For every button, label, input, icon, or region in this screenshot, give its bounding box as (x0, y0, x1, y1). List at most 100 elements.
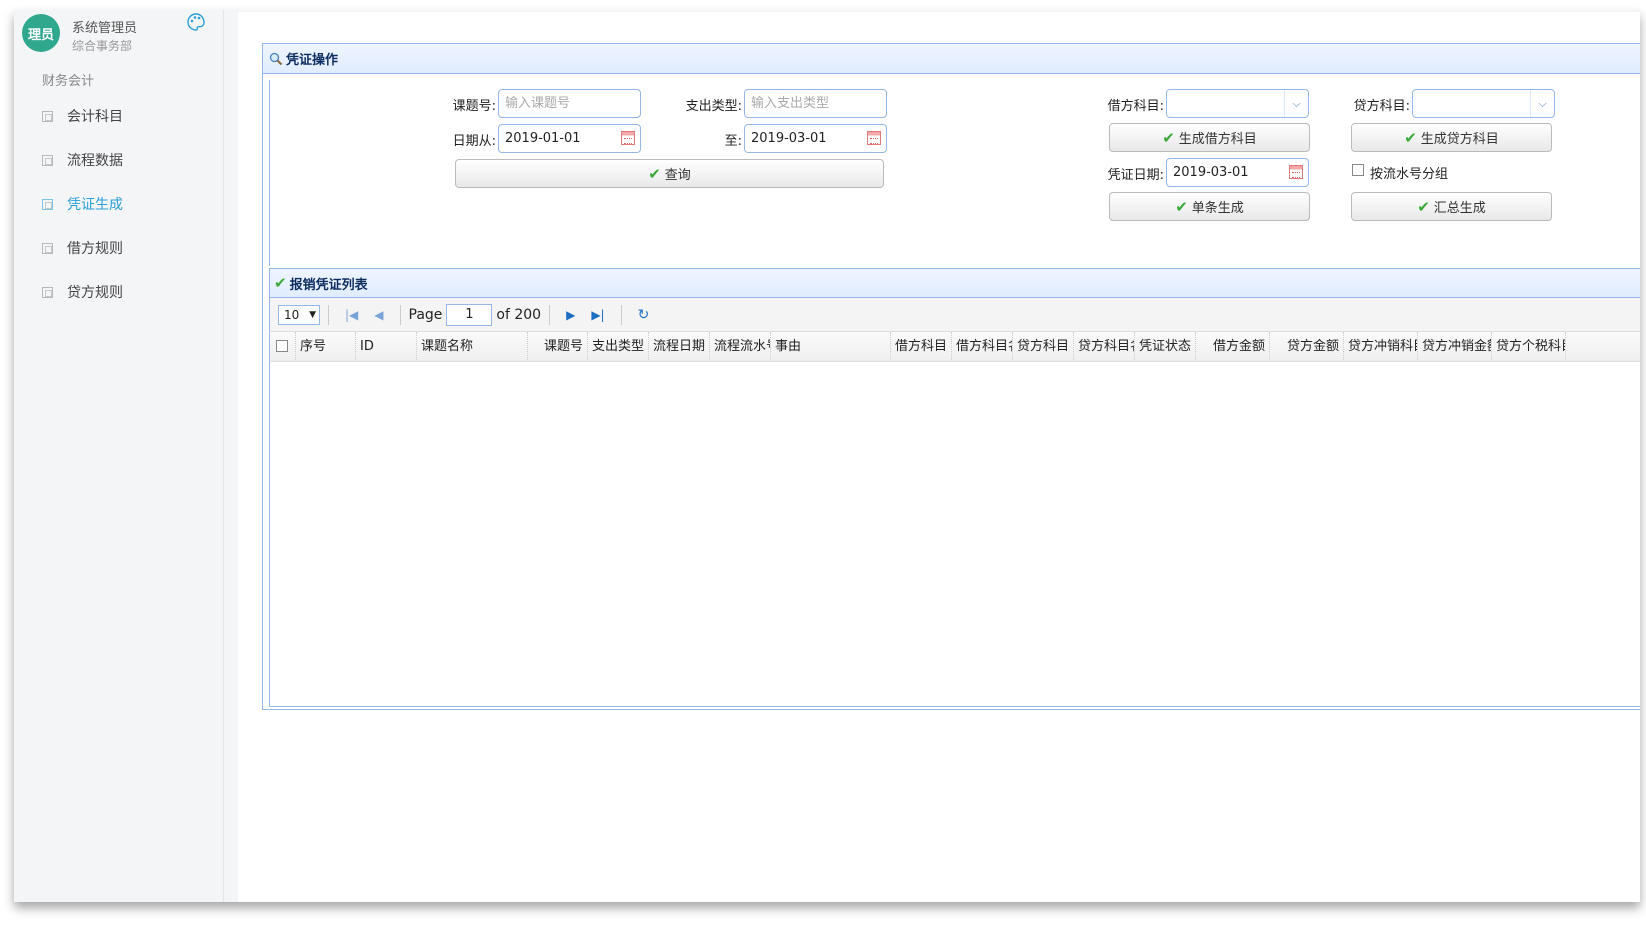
divider (328, 304, 329, 325)
column-header[interactable]: 事由 (771, 332, 891, 361)
user-dept: 综合事务部 (72, 39, 133, 53)
date-from-value: 2019-01-01 (505, 131, 581, 146)
expense-type-label: 支出类型: (685, 99, 742, 114)
sidebar: 理员 系统管理员 综合事务部 财务会计 会计科目 流程数据 凭证生成 借方规则 … (14, 10, 224, 902)
credit-subject-select[interactable]: ⌵ (1412, 89, 1555, 118)
expense-type-input[interactable]: 输入支出类型 (744, 89, 887, 118)
generate-credit-subject-label: 生成贷方科目 (1420, 132, 1499, 147)
page-label: Page (408, 306, 443, 323)
date-to-value: 2019-03-01 (751, 131, 827, 146)
sidebar-item-label: 贷方规则 (67, 285, 123, 301)
topic-no-input[interactable]: 输入课题号 (498, 89, 641, 118)
sidebar-item-debit-rules[interactable]: 借方规则 (14, 226, 224, 270)
column-header[interactable]: 流程流水号 (710, 332, 771, 361)
calendar-icon[interactable] (621, 131, 635, 145)
voucher-list-title: 报销凭证列表 (289, 277, 368, 293)
search-icon (269, 52, 283, 65)
divider (549, 304, 551, 325)
calendar-icon[interactable] (867, 131, 881, 145)
voucher-date-label: 凭证日期: (1107, 168, 1164, 183)
column-header[interactable]: 借方金额 (1196, 332, 1270, 361)
page-total: of 200 (496, 306, 542, 323)
column-header[interactable]: 贷方冲销科目 (1344, 332, 1418, 361)
check-icon: ✔ (274, 274, 287, 292)
column-header[interactable]: 借方科目名 (952, 332, 1013, 361)
date-from-label: 日期从: (452, 134, 496, 149)
check-icon: ✔ (1417, 197, 1430, 216)
column-header[interactable]: 凭证状态 (1135, 332, 1196, 361)
sidebar-item-accounting-subjects[interactable]: 会计科目 (14, 94, 224, 138)
check-icon: ✔ (648, 164, 661, 183)
check-icon: ✔ (1404, 128, 1417, 147)
first-page-icon[interactable]: |◀ (345, 308, 358, 322)
menu-icon (42, 286, 53, 298)
date-to-label: 至: (724, 134, 742, 149)
main-content: 凭证操作 课题号: 输入课题号 支出类型: 输入支出类型 日期从: 2019-0… (238, 12, 1640, 902)
sidebar-menu: 会计科目 流程数据 凭证生成 借方规则 贷方规则 (14, 94, 224, 314)
select-all-cell (270, 332, 296, 361)
topic-no-label: 课题号: (452, 99, 496, 114)
refresh-icon[interactable]: ↻ (638, 307, 650, 323)
check-icon: ✔ (1175, 197, 1188, 216)
column-header[interactable]: 支出类型 (588, 332, 649, 361)
check-icon: ✔ (1162, 128, 1175, 147)
column-header[interactable]: 课题号 (528, 332, 588, 361)
single-generate-button[interactable]: ✔ 单条生成 (1109, 192, 1310, 221)
sidebar-item-label: 凭证生成 (67, 197, 123, 213)
chevron-down-icon[interactable]: ⌵ (1530, 90, 1554, 117)
palette-icon[interactable] (186, 12, 206, 32)
credit-subject-label: 贷方科目: (1353, 99, 1410, 114)
column-header[interactable]: 序号 (296, 332, 356, 361)
select-all-checkbox[interactable] (276, 339, 288, 352)
column-header[interactable]: ID (356, 332, 417, 361)
generate-debit-subject-label: 生成借方科目 (1178, 132, 1257, 147)
column-header[interactable]: 借方科目 (891, 332, 952, 361)
voucher-panel-title: 凭证操作 (286, 53, 339, 68)
generate-credit-subject-button[interactable]: ✔ 生成贷方科目 (1351, 123, 1552, 152)
column-header[interactable]: 贷方科目 (1013, 332, 1074, 361)
query-button-label: 查询 (664, 168, 691, 183)
grid-body (269, 362, 1640, 707)
menu-icon (42, 154, 53, 166)
sidebar-item-label: 流程数据 (67, 153, 123, 169)
menu-group-title: 财务会计 (42, 74, 95, 89)
column-header[interactable]: 贷方个税科目 (1492, 332, 1566, 361)
calendar-icon[interactable] (1289, 165, 1303, 179)
menu-icon (42, 198, 53, 210)
summary-generate-label: 汇总生成 (1433, 201, 1486, 216)
menu-icon (42, 110, 53, 122)
sidebar-item-credit-rules[interactable]: 贷方规则 (14, 270, 224, 314)
group-by-serial-checkbox[interactable] (1352, 164, 1364, 176)
date-to-input[interactable]: 2019-03-01 (744, 124, 887, 153)
app-window: 理员 系统管理员 综合事务部 财务会计 会计科目 流程数据 凭证生成 借方规则 … (14, 10, 1640, 902)
user-name: 系统管理员 (72, 21, 138, 36)
query-button[interactable]: ✔ 查询 (455, 159, 884, 188)
page-size-select[interactable]: 10 (278, 304, 320, 325)
divider (620, 304, 622, 325)
column-header[interactable]: 贷方科目名 (1074, 332, 1135, 361)
last-page-icon[interactable]: ▶| (591, 308, 604, 322)
column-header[interactable]: 贷方冲销金额 (1418, 332, 1492, 361)
column-header[interactable]: 流程日期 (649, 332, 710, 361)
summary-generate-button[interactable]: ✔ 汇总生成 (1351, 192, 1552, 221)
divider (399, 304, 401, 325)
debit-subject-select[interactable]: ⌵ (1166, 89, 1309, 118)
avatar[interactable]: 理员 (22, 14, 60, 52)
voucher-panel: 凭证操作 课题号: 输入课题号 支出类型: 输入支出类型 日期从: 2019-0… (262, 43, 1640, 710)
prev-page-icon[interactable]: ◀ (374, 308, 383, 322)
column-header[interactable]: 课题名称 (417, 332, 528, 361)
pagination-bar: 10 |◀ ◀ Page 1 of 200 ▶ ▶| ↻ (269, 298, 1640, 332)
sidebar-item-label: 借方规则 (67, 241, 123, 257)
voucher-date-input[interactable]: 2019-03-01 (1166, 158, 1309, 187)
voucher-form: 课题号: 输入课题号 支出类型: 输入支出类型 日期从: 2019-01-01 … (269, 80, 1640, 266)
sidebar-item-process-data[interactable]: 流程数据 (14, 138, 224, 182)
sidebar-item-voucher-generation[interactable]: 凭证生成 (14, 182, 224, 226)
voucher-list-header: ✔ 报销凭证列表 (269, 268, 1640, 298)
chevron-down-icon[interactable]: ⌵ (1284, 90, 1308, 117)
date-from-input[interactable]: 2019-01-01 (498, 124, 641, 153)
next-page-icon[interactable]: ▶ (566, 308, 575, 322)
column-header[interactable]: 贷方金额 (1270, 332, 1344, 361)
sidebar-item-label: 会计科目 (67, 109, 123, 125)
page-number-input[interactable]: 1 (446, 303, 493, 326)
generate-debit-subject-button[interactable]: ✔ 生成借方科目 (1109, 123, 1310, 152)
